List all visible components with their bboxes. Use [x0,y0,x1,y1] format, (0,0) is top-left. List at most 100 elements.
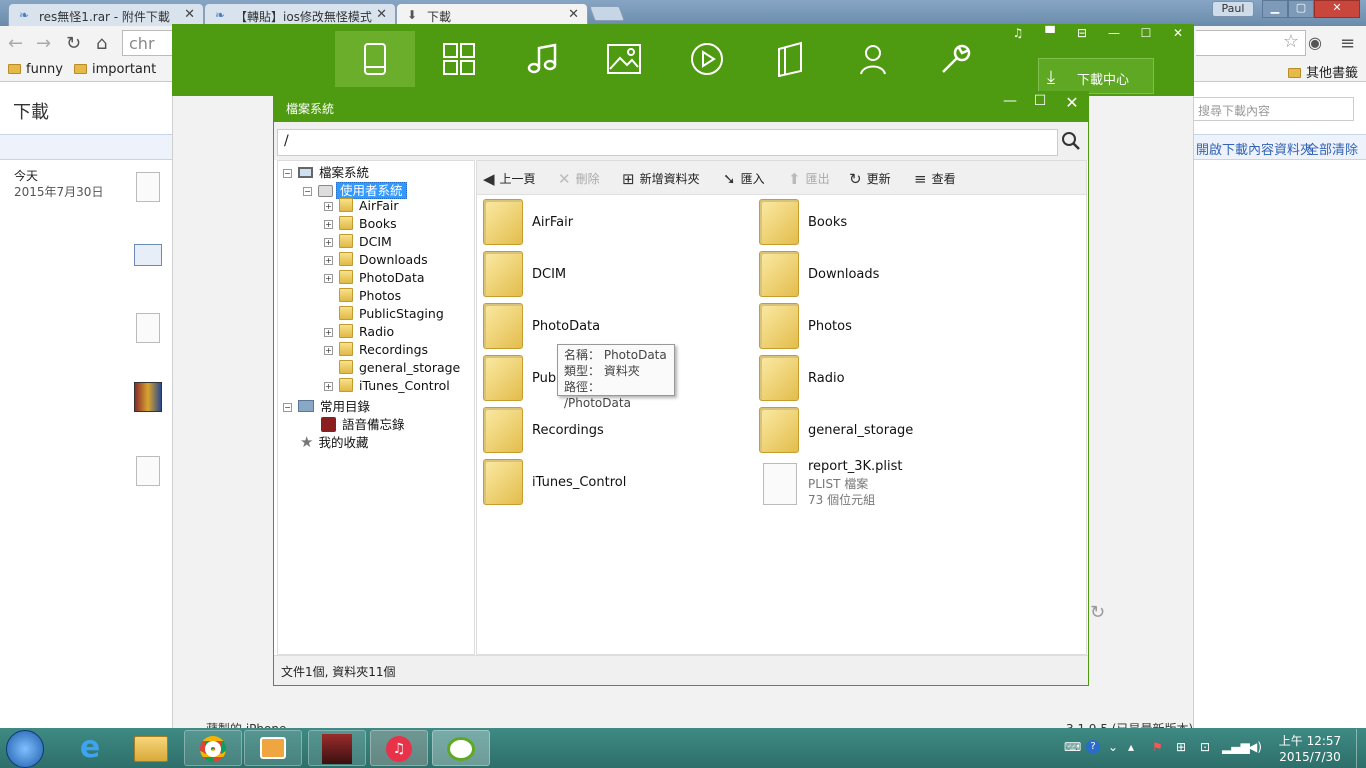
collapse-icon[interactable]: − [283,169,292,178]
tree-item-downloads[interactable]: + Downloads [324,252,428,270]
nav-photos[interactable] [584,31,664,87]
address-bar[interactable]: chr [122,30,174,56]
back-button[interactable]: ◀ 上一頁 [483,170,536,188]
item-name-photos[interactable]: Photos [808,319,852,334]
expand-icon[interactable]: + [324,382,333,391]
dialog-close-icon[interactable]: ✕ [1058,93,1086,112]
taskbar-chrome[interactable] [184,730,242,766]
folder-icon[interactable] [483,355,523,401]
nav-device[interactable] [335,31,415,87]
folder-icon[interactable] [759,355,799,401]
menu-icon[interactable]: ≡ [1340,33,1355,54]
chevron-down-icon[interactable]: ⌄ [1108,740,1118,754]
tree-user-system[interactable]: − 使用者系統 [303,180,407,199]
folder-icon[interactable] [483,407,523,453]
expand-icon[interactable]: + [324,220,333,229]
download-center-button[interactable]: ⤓ 下載中心 [1038,58,1154,94]
maximize-window-button[interactable]: ▢ [1288,0,1314,18]
menu-dropdown-icon[interactable]: ⊟ [1070,26,1094,44]
refresh-icon[interactable]: ↻ [1090,602,1105,623]
item-name-books[interactable]: Books [808,215,847,230]
open-downloads-folder-link[interactable]: 開啟下載內容資料夾 [1196,139,1313,158]
nav-video[interactable] [667,31,747,87]
collapse-icon[interactable]: − [303,187,312,196]
reload-icon[interactable]: ↻ [66,33,81,54]
close-tab-icon[interactable]: ✕ [568,7,579,22]
keyboard-icon[interactable]: ⌨ [1064,740,1081,754]
network-adapter-icon[interactable]: ⊡ [1200,740,1210,754]
nav-contacts[interactable] [833,31,913,87]
feedback-icon[interactable]: ▀ [1038,26,1062,44]
taskbar-game[interactable] [308,730,366,766]
item-name-airfair[interactable]: AirFair [532,215,573,230]
expand-icon[interactable]: + [324,274,333,283]
profile-button[interactable]: Paul [1212,1,1254,17]
path-input[interactable]: / [277,129,1058,156]
file-icon[interactable] [763,463,797,505]
app-close-icon[interactable]: ✕ [1166,26,1190,44]
nav-music[interactable] [502,31,582,87]
expand-icon[interactable]: + [324,346,333,355]
start-button[interactable] [6,730,44,768]
chevron-up-icon[interactable]: ▴ [1128,740,1134,754]
item-name-itunes-control[interactable]: iTunes_Control [532,475,626,490]
tree-voice-memo[interactable]: 語音備忘錄 [321,414,405,432]
clear-all-link[interactable]: 全部清除 [1306,139,1358,158]
show-desktop-button[interactable] [1356,729,1366,768]
tree-item-itunes-control[interactable]: + iTunes_Control [324,378,450,396]
forward-icon[interactable]: → [36,33,51,54]
folder-icon[interactable] [759,251,799,297]
nav-apps[interactable] [419,31,499,87]
tree-item-publicstaging[interactable]: PublicStaging [339,306,444,324]
bookmark-important[interactable]: important [74,62,156,77]
item-name-dcim[interactable]: DCIM [532,267,566,282]
taskbar-itunes[interactable]: ♫ [370,730,428,766]
folder-icon[interactable] [483,251,523,297]
tree-item-photodata[interactable]: + PhotoData [324,270,425,288]
refresh-button[interactable]: ↻ 更新 [849,170,891,188]
music-small-icon[interactable]: ♫ [1006,26,1030,44]
import-button[interactable]: ➘ 匯入 [723,170,765,188]
folder-icon[interactable] [483,303,523,349]
downloads-search-input[interactable]: 搜尋下載內容 [1192,97,1354,121]
item-name-report-plist[interactable]: report_3K.plist [808,459,902,474]
tree-item-photos[interactable]: Photos [339,288,401,306]
item-name-radio[interactable]: Radio [808,371,845,386]
nav-tools[interactable] [916,31,996,87]
app-maximize-icon[interactable]: ☐ [1134,26,1158,44]
expand-icon[interactable]: + [324,256,333,265]
nav-books[interactable] [750,31,830,87]
dialog-maximize-icon[interactable]: ☐ [1026,93,1054,111]
item-name-downloads[interactable]: Downloads [808,267,879,282]
browser-tab-2[interactable]: ❧ 【轉貼】ios修改無怪模式 ✕ [204,3,396,26]
tree-favorites[interactable]: ★ 我的收藏 [300,432,368,451]
folder-icon[interactable] [759,407,799,453]
view-button[interactable]: ≡ 查看 [914,170,956,188]
home-icon[interactable]: ⌂ [96,33,107,54]
item-name-photodata[interactable]: PhotoData [532,319,600,334]
address-bar-end[interactable]: ☆ [1196,30,1306,56]
back-icon[interactable]: ← [8,33,23,54]
new-folder-button[interactable]: ⊞ 新增資料夾 [622,170,700,188]
taskbar-clock[interactable]: 上午 12:57 2015/7/30 [1270,733,1350,765]
close-tab-icon[interactable]: ✕ [184,7,195,22]
signal-icon[interactable]: ▂▄▆ [1222,740,1250,754]
taskbar-phone-manager[interactable] [432,730,490,766]
extension-icon[interactable]: ◉ [1308,33,1322,52]
other-bookmarks[interactable]: 其他書籤 [1288,62,1358,81]
tree-item-radio[interactable]: + Radio [324,324,394,342]
internet-explorer-icon[interactable]: e [74,731,106,765]
close-window-button[interactable]: ✕ [1314,0,1360,18]
close-tab-icon[interactable]: ✕ [376,7,387,22]
expand-icon[interactable]: + [324,238,333,247]
help-icon[interactable]: ? [1086,740,1100,754]
taskbar-media[interactable] [244,730,302,766]
item-name-recordings[interactable]: Recordings [532,423,604,438]
new-tab-button[interactable] [589,6,625,21]
minimize-window-button[interactable]: ▁ [1262,0,1288,18]
export-button[interactable]: ⬆ 匯出 [788,170,830,188]
browser-tab-1[interactable]: ❧ res無怪1.rar - 附件下載 ✕ [8,3,204,26]
star-icon[interactable]: ☆ [1283,31,1299,52]
tree-root[interactable]: − 檔案系統 [283,162,369,180]
windows-icon[interactable]: ⊞ [1176,740,1186,754]
